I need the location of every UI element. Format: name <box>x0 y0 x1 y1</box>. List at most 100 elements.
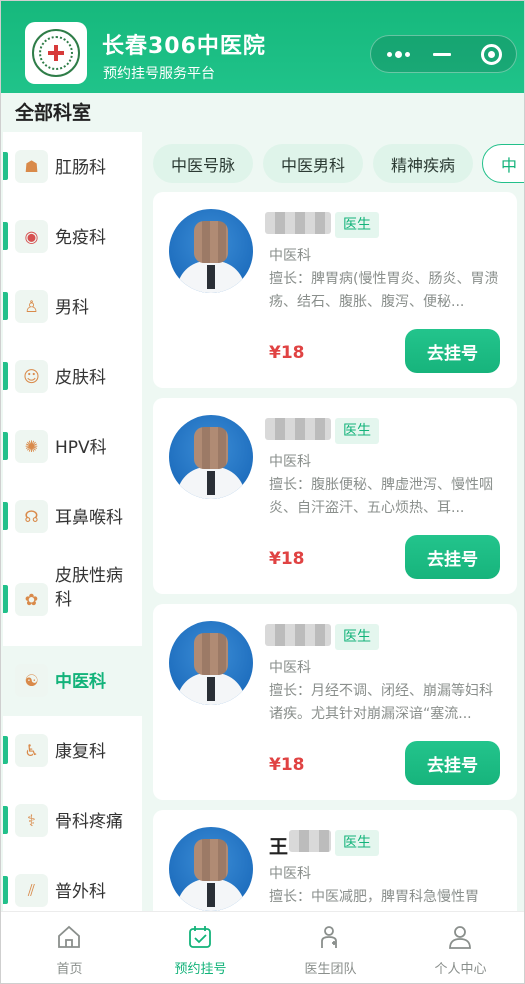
sidebar-marker <box>3 585 8 613</box>
doctor-card[interactable]: 王 医生 中医科 擅长：中医减肥，脾胃科急慢性胃 <box>153 810 517 912</box>
doctor-specialty: 擅长：脾胃病(慢性胃炎、肠炎、胃溃疡、结石、腹胀、腹泻、便秘... <box>269 271 499 310</box>
sidebar-item-label: 肛肠科 <box>55 158 106 178</box>
bottom-tabbar: 首页 预约挂号 医生团队 个人中心 <box>1 911 524 983</box>
skin-icon: ☺ <box>15 360 48 393</box>
minimize-icon[interactable] <box>433 53 451 56</box>
app-frame: 长春306中医院 预约挂号服务平台 全部科室 ☗ 肛肠科 ◉ 免疫科 ♙ 男科 … <box>0 0 525 984</box>
doctor-dept: 中医科 <box>269 248 311 264</box>
rehab-icon: ♿ <box>15 734 48 767</box>
sidebar-item-label: 耳鼻喉科 <box>55 508 123 528</box>
role-badge: 医生 <box>335 418 379 444</box>
doctor-list: 医生 中医科 擅长：脾胃病(慢性胃炎、肠炎、胃溃疡、结石、腹胀、腹泻、便秘...… <box>153 192 517 912</box>
logo-ring <box>32 29 80 77</box>
tabbar-label: 首页 <box>56 962 83 977</box>
sidebar-item-ent[interactable]: ☊ 耳鼻喉科 <box>3 482 142 552</box>
department-sidebar: ☗ 肛肠科 ◉ 免疫科 ♙ 男科 ☺ 皮肤科 ✺ HPV科 ☊ 耳鼻喉科 ✿ 皮… <box>3 132 142 912</box>
book-button[interactable]: 去挂号 <box>405 329 500 373</box>
surgery-icon: ⫽ <box>15 874 48 907</box>
sidebar-item-general-surgery[interactable]: ⫽ 普外科 <box>3 856 142 912</box>
doctor-avatar <box>169 621 253 705</box>
user-icon <box>449 926 471 949</box>
role-badge: 医生 <box>335 624 379 650</box>
sidebar-marker <box>3 876 8 904</box>
doctor-dept: 中医科 <box>269 454 311 470</box>
name-blur <box>265 624 331 646</box>
sidebar-item-colorectal[interactable]: ☗ 肛肠科 <box>3 132 142 202</box>
tab-mental-illness[interactable]: 精神疾病 <box>373 144 473 183</box>
tabbar-doctors[interactable]: 医生团队 <box>265 912 396 983</box>
sidebar-marker <box>3 432 8 460</box>
doctor-name: 王 <box>269 836 289 858</box>
sidebar-item-label: 男科 <box>55 298 89 318</box>
doctor-specialty: 擅长：腹胀便秘、脾虚泄泻、慢性咽炎、自汗盗汗、五心烦热、耳... <box>269 477 493 516</box>
tabbar-label: 个人中心 <box>434 962 487 977</box>
sidebar-item-label: 中医科 <box>55 672 106 692</box>
more-dots-icon[interactable] <box>387 49 413 59</box>
app-subtitle: 预约挂号服务平台 <box>103 66 215 82</box>
sidebar-item-label: 骨科疼痛 <box>55 812 123 832</box>
doctor-dept: 中医科 <box>269 866 311 882</box>
doctor-price: ¥18 <box>269 549 305 569</box>
tabbar-home[interactable]: 首页 <box>4 912 135 983</box>
doctor-card[interactable]: 医生 中医科 擅长：腹胀便秘、脾虚泄泻、慢性咽炎、自汗盗汗、五心烦热、耳... … <box>153 398 517 594</box>
sidebar-item-tcm[interactable]: ☯ 中医科 <box>3 646 142 716</box>
tabbar-booking[interactable]: 预约挂号 <box>135 912 266 983</box>
tabbar-label: 预约挂号 <box>174 962 227 977</box>
sidebar-item-label: 免疫科 <box>55 228 106 248</box>
role-badge: 医生 <box>335 212 379 238</box>
sidebar-item-dermatology[interactable]: ☺ 皮肤科 <box>3 342 142 412</box>
doctor-icon <box>321 926 337 948</box>
sidebar-marker <box>3 292 8 320</box>
home-icon <box>58 925 80 948</box>
sidebar-marker <box>3 152 8 180</box>
hospital-logo <box>25 22 87 84</box>
sidebar-item-std[interactable]: ✿ 皮肤性病科 <box>3 552 142 646</box>
sidebar-item-andrology[interactable]: ♙ 男科 <box>3 272 142 342</box>
sidebar-marker <box>3 736 8 764</box>
name-blur <box>265 418 331 440</box>
doctor-card[interactable]: 医生 中医科 擅长：脾胃病(慢性胃炎、肠炎、胃溃疡、结石、腹胀、腹泻、便秘...… <box>153 192 517 388</box>
name-blur <box>289 830 331 852</box>
sidebar-item-label: 皮肤性病科 <box>55 566 123 610</box>
red-cross-icon <box>48 45 64 61</box>
book-button[interactable]: 去挂号 <box>405 741 500 785</box>
doctor-specialty: 擅长：中医减肥，脾胃科急慢性胃 <box>269 889 479 905</box>
bone-icon: ⚕ <box>15 804 48 837</box>
app-title: 长春306中医院 <box>102 34 266 59</box>
sidebar-item-orthopedics[interactable]: ⚕ 骨科疼痛 <box>3 786 142 856</box>
subcategory-tabs: 中医号脉 中医男科 精神疾病 中 <box>153 144 524 184</box>
sidebar-item-label: 普外科 <box>55 882 106 902</box>
sidebar-marker <box>3 362 8 390</box>
doctor-avatar <box>169 415 253 499</box>
doctor-specialty: 擅长：月经不调、闭经、崩漏等妇科诸疾。尤其针对崩漏深谙“塞流... <box>269 683 493 722</box>
logo-inner <box>39 36 73 70</box>
close-target-icon[interactable] <box>481 44 502 65</box>
tab-partial[interactable]: 中 <box>482 144 524 183</box>
tcm-icon: ☯ <box>15 664 48 697</box>
name-blur <box>265 212 331 234</box>
section-title: 全部科室 <box>15 102 92 124</box>
doctor-avatar <box>169 827 253 911</box>
sidebar-item-hpv[interactable]: ✺ HPV科 <box>3 412 142 482</box>
calendar-icon <box>189 926 211 948</box>
tab-tcm-andrology[interactable]: 中医男科 <box>263 144 363 183</box>
sidebar-item-label: 皮肤科 <box>55 368 106 388</box>
sidebar-item-label: HPV科 <box>55 438 107 458</box>
miniprogram-capsule <box>370 35 517 73</box>
ent-icon: ☊ <box>15 500 48 533</box>
tab-pulse[interactable]: 中医号脉 <box>153 144 253 183</box>
colon-icon: ☗ <box>15 150 48 183</box>
sidebar-item-rehab[interactable]: ♿ 康复科 <box>3 716 142 786</box>
doctor-card[interactable]: 医生 中医科 擅长：月经不调、闭经、崩漏等妇科诸疾。尤其针对崩漏深谙“塞流...… <box>153 604 517 800</box>
sidebar-marker <box>3 806 8 834</box>
doctor-avatar <box>169 209 253 293</box>
doctor-price: ¥18 <box>269 343 305 363</box>
sidebar-item-label: 康复科 <box>55 742 106 762</box>
sidebar-item-immunology[interactable]: ◉ 免疫科 <box>3 202 142 272</box>
sidebar-marker <box>3 222 8 250</box>
doctor-dept: 中医科 <box>269 660 311 676</box>
immunity-icon: ◉ <box>15 220 48 253</box>
doctor-price: ¥18 <box>269 755 305 775</box>
book-button[interactable]: 去挂号 <box>405 535 500 579</box>
tabbar-profile[interactable]: 个人中心 <box>395 912 524 983</box>
